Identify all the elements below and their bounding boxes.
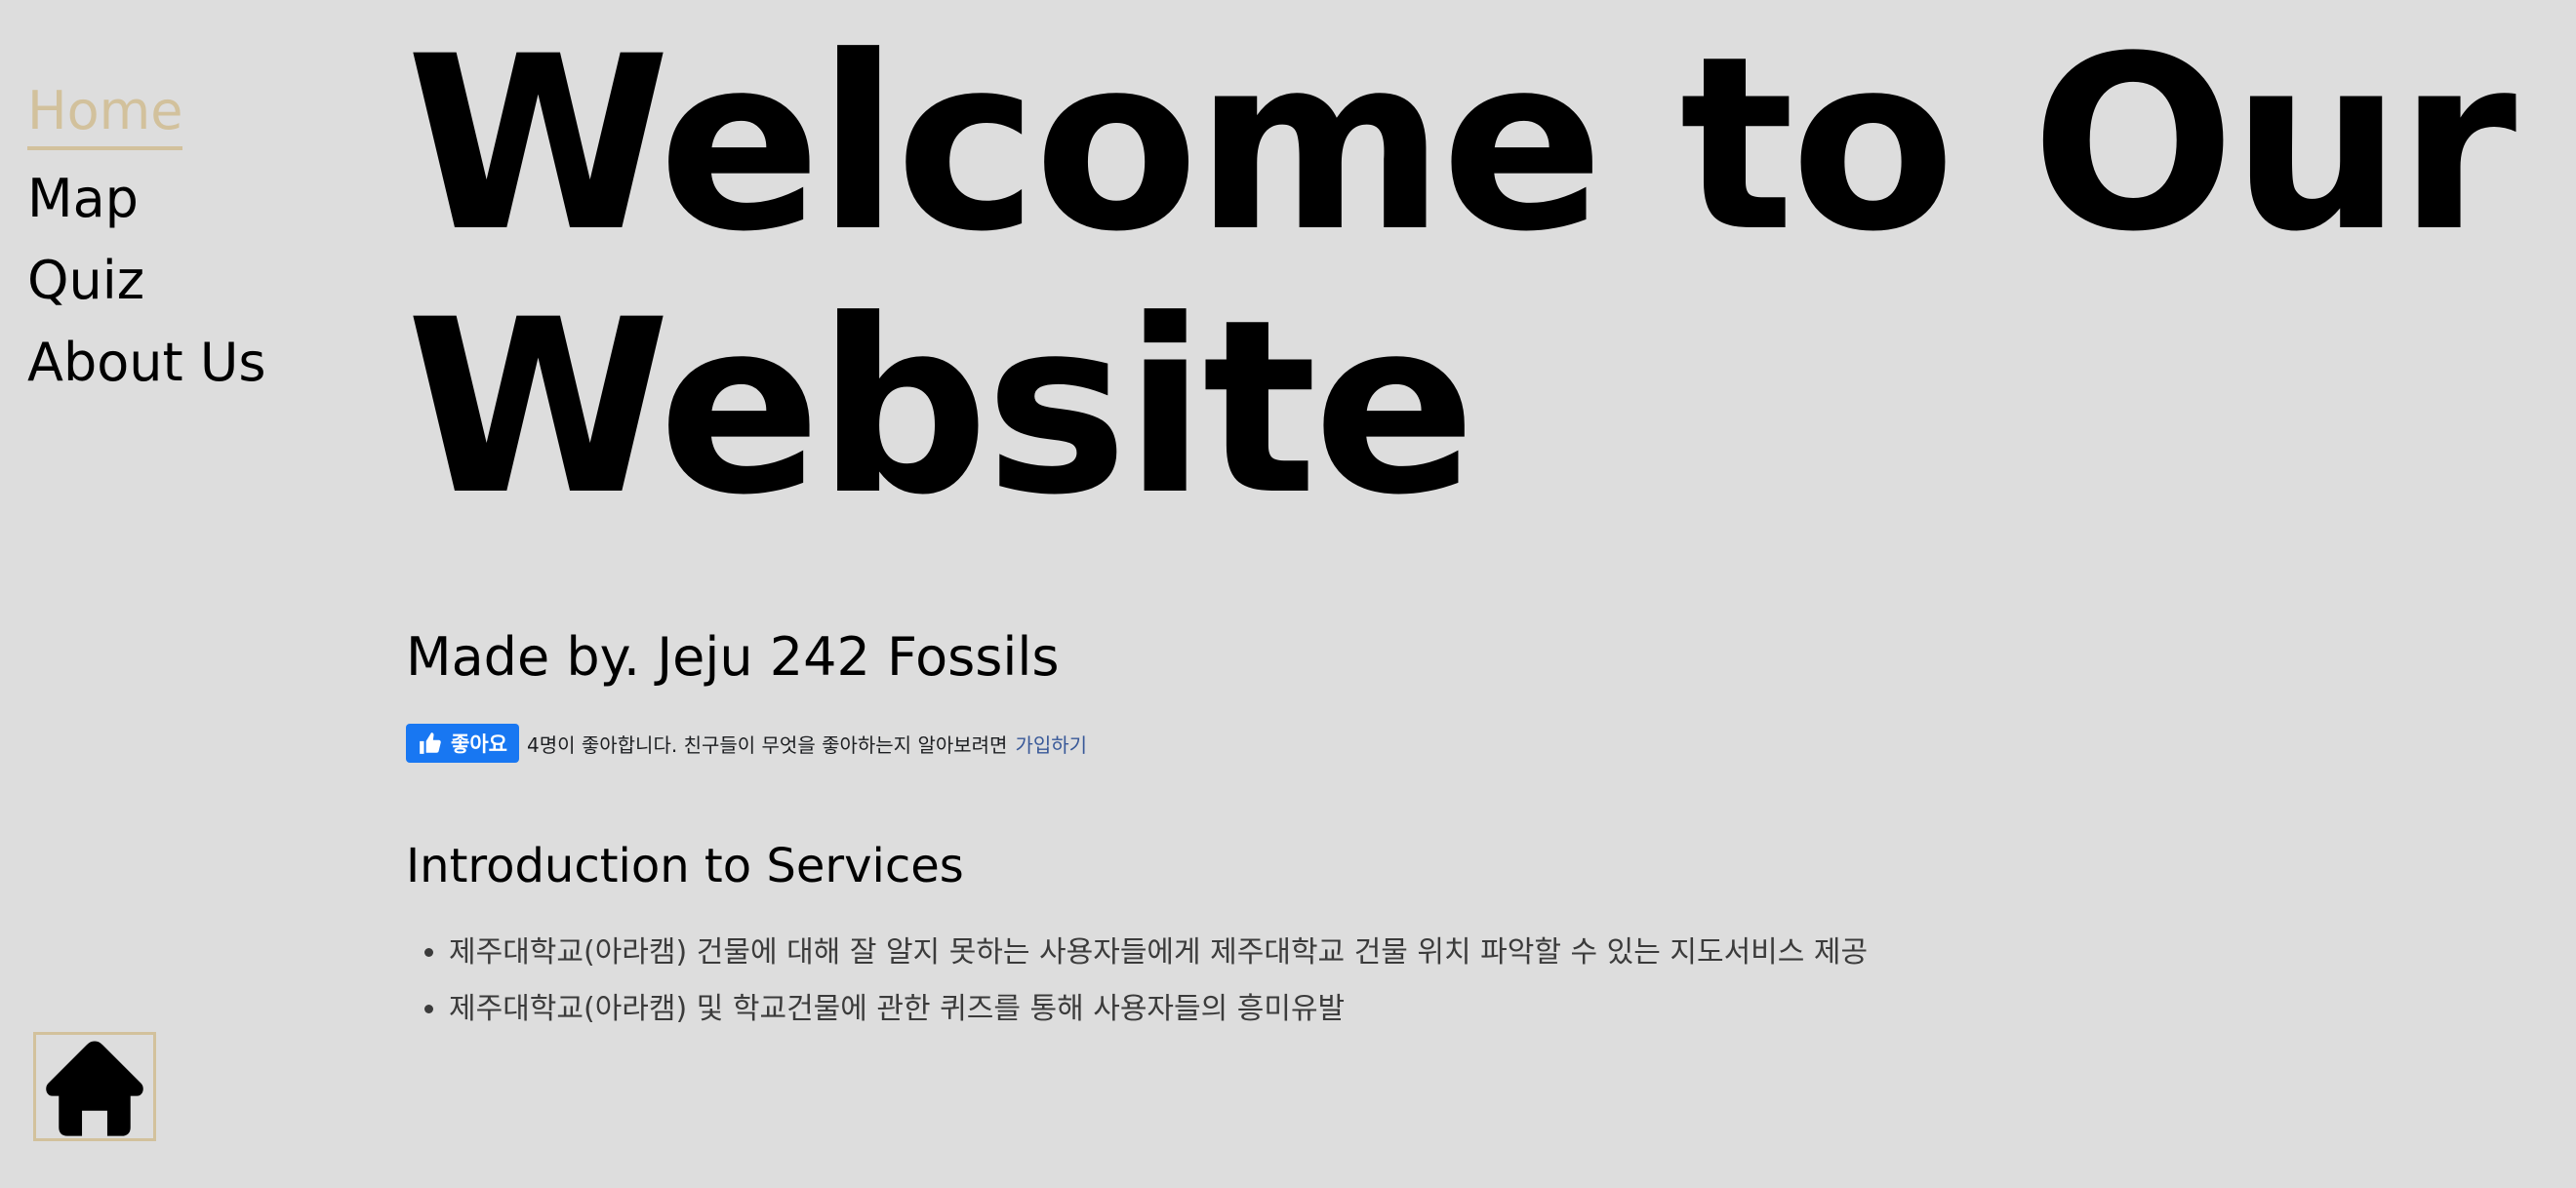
nav-item-quiz[interactable]: Quiz [27,240,144,322]
facebook-signup-link[interactable]: 가입하기 [1015,730,1087,758]
hero-title-line-1: Welcome to Our [406,6,2516,285]
thumbs-up-icon [420,733,441,754]
home-button[interactable] [33,1032,156,1141]
sidebar-nav: Home Map Quiz About Us [27,76,265,404]
nav-item-home[interactable]: Home [27,76,183,150]
hero-title: Welcome to Our Website [406,14,2576,540]
hero-title-line-2: Website [406,269,1476,548]
services-heading: Introduction to Services [406,839,964,893]
facebook-like-count: 4명이 좋아합니다. 친구들이 무엇을 좋아하는지 알아보려면 [526,733,1008,757]
nav-item-map[interactable]: Map [27,158,139,240]
facebook-like-label: 좋아요 [451,733,507,756]
facebook-like-widget: 좋아요 4명이 좋아합니다. 친구들이 무엇을 좋아하는지 알아보려면 가입하기 [406,724,1087,763]
page: Home Map Quiz About Us Welcome to Our We… [0,0,2576,1188]
home-icon [46,1041,143,1136]
services-list: 제주대학교(아라캠) 건물에 대해 잘 알지 못하는 사용자들에게 제주대학교 … [406,925,1868,1038]
made-by-credit: Made by. Jeju 242 Fossils [406,626,1060,688]
list-item: 제주대학교(아라캠) 건물에 대해 잘 알지 못하는 사용자들에게 제주대학교 … [449,925,1868,981]
facebook-like-button[interactable]: 좋아요 [406,724,519,763]
list-item: 제주대학교(아라캠) 및 학교건물에 관한 퀴즈를 통해 사용자들의 흥미유발 [449,981,1868,1038]
nav-item-about-us[interactable]: About Us [27,322,265,404]
